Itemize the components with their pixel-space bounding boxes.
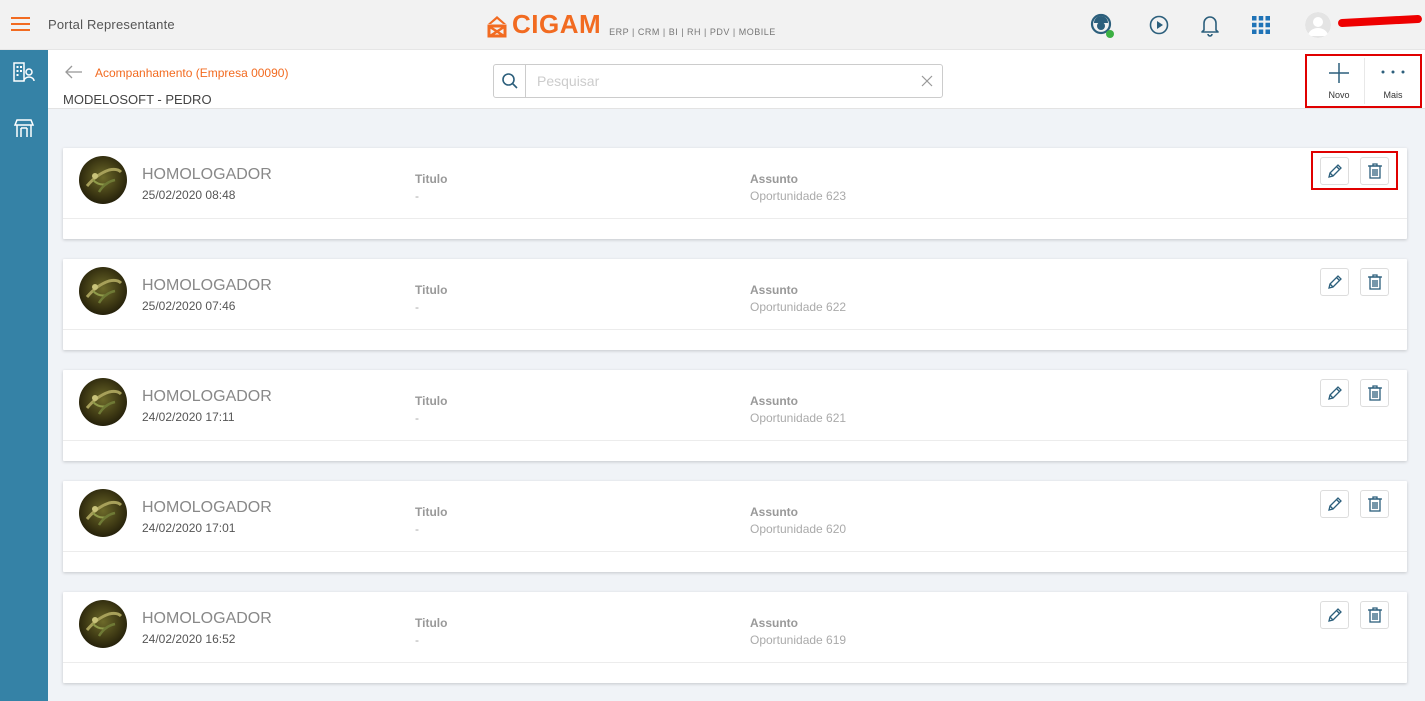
logo-mark-icon bbox=[487, 16, 507, 38]
plus-icon bbox=[1329, 63, 1349, 83]
delete-button[interactable] bbox=[1360, 379, 1389, 407]
title-value: - bbox=[415, 300, 419, 314]
pencil-icon bbox=[1327, 386, 1342, 400]
subject-value: Oportunidade 621 bbox=[750, 411, 847, 425]
clear-search-icon[interactable] bbox=[920, 74, 934, 88]
user-avatar[interactable] bbox=[1305, 12, 1331, 38]
card-actions-highlight bbox=[1311, 151, 1398, 190]
portal-title: Portal Representante bbox=[48, 17, 175, 32]
actions-highlight: Novo Mais bbox=[1305, 54, 1422, 108]
store-icon[interactable] bbox=[12, 116, 36, 140]
trash-icon bbox=[1367, 385, 1382, 401]
bell-icon[interactable] bbox=[1196, 11, 1224, 39]
support-agent-icon[interactable] bbox=[1088, 11, 1116, 39]
author-name: HOMOLOGADOR bbox=[142, 610, 272, 627]
delete-button[interactable] bbox=[1360, 268, 1389, 296]
menu-icon[interactable] bbox=[11, 17, 30, 32]
logo-subtitle: ERP | CRM | BI | RH | PDV | MOBILE bbox=[609, 27, 776, 37]
company-contacts-icon[interactable] bbox=[12, 61, 36, 85]
trash-icon bbox=[1367, 496, 1382, 512]
card-divider bbox=[63, 329, 1407, 330]
sidebar bbox=[0, 50, 48, 701]
record-date: 25/02/2020 07:46 bbox=[142, 299, 236, 313]
pencil-icon bbox=[1327, 275, 1342, 289]
card-divider bbox=[63, 440, 1407, 441]
title-value: - bbox=[415, 189, 419, 203]
more-button[interactable]: Mais bbox=[1368, 59, 1418, 103]
author-name: HOMOLOGADOR bbox=[142, 166, 272, 183]
author-name: HOMOLOGADOR bbox=[142, 277, 272, 294]
more-button-label: Mais bbox=[1383, 90, 1403, 100]
edit-button[interactable] bbox=[1320, 379, 1349, 407]
record-card[interactable]: HOMOLOGADOR 24/02/2020 16:52 Titulo - As… bbox=[63, 592, 1407, 683]
author-avatar bbox=[79, 156, 127, 204]
card-divider bbox=[63, 551, 1407, 552]
pencil-icon bbox=[1327, 608, 1342, 622]
record-date: 25/02/2020 08:48 bbox=[142, 188, 236, 202]
record-date: 24/02/2020 17:01 bbox=[142, 521, 236, 535]
apps-grid-icon[interactable] bbox=[1247, 11, 1275, 39]
subject-label: Assunto bbox=[750, 505, 798, 519]
trash-icon bbox=[1367, 274, 1382, 290]
subject-value: Oportunidade 620 bbox=[750, 522, 847, 536]
trash-icon bbox=[1367, 607, 1382, 623]
search-box bbox=[493, 64, 943, 98]
record-date: 24/02/2020 16:52 bbox=[142, 632, 236, 646]
title-label: Titulo bbox=[415, 283, 448, 297]
sub-header: Acompanhamento (Empresa 00090) MODELOSOF… bbox=[48, 50, 1425, 109]
record-card[interactable]: HOMOLOGADOR 25/02/2020 07:46 Titulo - As… bbox=[63, 259, 1407, 350]
author-avatar bbox=[79, 489, 127, 537]
subject-label: Assunto bbox=[750, 172, 798, 186]
breadcrumb[interactable]: Acompanhamento (Empresa 00090) bbox=[95, 66, 288, 80]
author-avatar bbox=[79, 378, 127, 426]
subject-value: Oportunidade 619 bbox=[750, 633, 847, 647]
more-dots-icon bbox=[1381, 70, 1405, 74]
search-input[interactable] bbox=[527, 65, 907, 97]
top-bar: Portal Representante CIGAM ERP | CRM | B… bbox=[0, 0, 1425, 50]
subject-label: Assunto bbox=[750, 616, 798, 630]
author-avatar bbox=[79, 600, 127, 648]
back-arrow-icon[interactable] bbox=[64, 64, 84, 80]
subject-value: Oportunidade 623 bbox=[750, 189, 847, 203]
record-date: 24/02/2020 17:11 bbox=[142, 410, 235, 424]
title-value: - bbox=[415, 411, 419, 425]
author-name: HOMOLOGADOR bbox=[142, 388, 272, 405]
title-value: - bbox=[415, 633, 419, 647]
card-divider bbox=[63, 662, 1407, 663]
edit-button[interactable] bbox=[1320, 268, 1349, 296]
subject-value: Oportunidade 622 bbox=[750, 300, 847, 314]
cigam-logo: CIGAM ERP | CRM | BI | RH | PDV | MOBILE bbox=[486, 10, 776, 38]
record-card[interactable]: HOMOLOGADOR 24/02/2020 17:11 Titulo - As… bbox=[63, 370, 1407, 461]
new-button[interactable]: Novo bbox=[1314, 59, 1364, 103]
pencil-icon bbox=[1327, 497, 1342, 511]
record-card[interactable]: HOMOLOGADOR 24/02/2020 17:01 Titulo - As… bbox=[63, 481, 1407, 572]
page-title: MODELOSOFT - PEDRO bbox=[63, 92, 212, 107]
edit-button[interactable] bbox=[1320, 490, 1349, 518]
delete-button[interactable] bbox=[1360, 601, 1389, 629]
title-value: - bbox=[415, 522, 419, 536]
record-card[interactable]: HOMOLOGADOR 25/02/2020 08:48 Titulo - As… bbox=[63, 148, 1407, 239]
author-avatar bbox=[79, 267, 127, 315]
new-button-label: Novo bbox=[1328, 90, 1350, 100]
delete-button[interactable] bbox=[1360, 490, 1389, 518]
card-divider bbox=[63, 218, 1407, 219]
title-label: Titulo bbox=[415, 394, 448, 408]
title-label: Titulo bbox=[415, 616, 448, 630]
title-label: Titulo bbox=[415, 172, 448, 186]
title-label: Titulo bbox=[415, 505, 448, 519]
play-icon[interactable] bbox=[1145, 11, 1173, 39]
search-icon[interactable] bbox=[494, 65, 526, 97]
subject-label: Assunto bbox=[750, 394, 798, 408]
action-divider bbox=[1364, 58, 1365, 104]
logo-text: CIGAM bbox=[512, 9, 602, 39]
user-name-redacted bbox=[1337, 14, 1423, 28]
edit-button[interactable] bbox=[1320, 601, 1349, 629]
author-name: HOMOLOGADOR bbox=[142, 499, 272, 516]
subject-label: Assunto bbox=[750, 283, 798, 297]
